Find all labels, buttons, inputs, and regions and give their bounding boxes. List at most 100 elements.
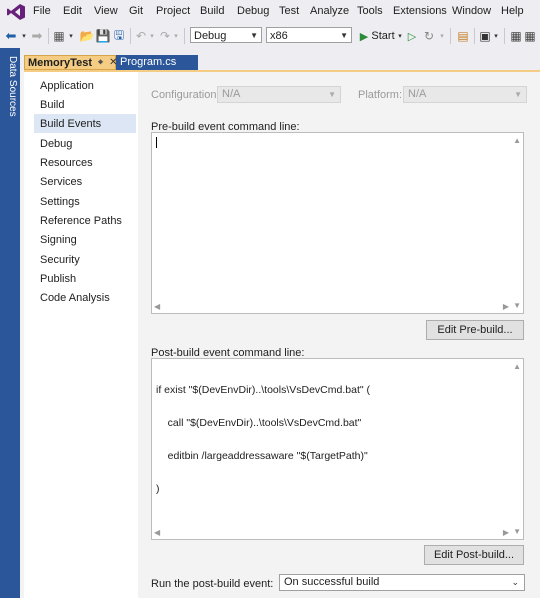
chevron-down-icon: ⌄ (511, 577, 519, 587)
text-cursor (156, 137, 157, 148)
platform-dropdown[interactable]: x86 ▼ (266, 27, 352, 43)
toolbar-separator (504, 28, 505, 44)
run-postbuild-select[interactable]: On successful build ⌄ (279, 574, 525, 591)
tab-label: MemoryTest (28, 56, 92, 69)
start-button[interactable]: Start (371, 28, 394, 44)
nav-item-build[interactable]: Build (40, 99, 64, 111)
toolbar: ⬅ ▾ ➡ ▦ ▾ 📂 💾 🖫 ↶ ▾ ↷ ▾ Debug ▼ x86 ▼ ▶ … (0, 24, 540, 49)
toolbar-separator (184, 28, 185, 44)
nav-item-signing[interactable]: Signing (40, 234, 77, 246)
layout-icon[interactable]: ▣ (478, 28, 492, 44)
platform-select-value: N/A (408, 88, 427, 100)
toolbar-separator (450, 28, 451, 44)
undo-icon[interactable]: ↶ (134, 28, 148, 44)
menu-window[interactable]: Window (452, 5, 491, 17)
toolbox-icon[interactable]: ▤ (456, 28, 470, 44)
postbuild-line: editbin /largeaddressaware "$(TargetPath… (156, 450, 368, 462)
postbuild-line: call "$(DevEnvDir)..\tools\VsDevCmd.bat" (156, 417, 362, 429)
menu-edit[interactable]: Edit (63, 5, 82, 17)
toolbar-separator (130, 28, 131, 44)
configuration-dropdown[interactable]: Debug ▼ (190, 27, 262, 43)
postbuild-textarea[interactable]: if exist "$(DevEnvDir)..\tools\VsDevCmd.… (151, 358, 524, 540)
pin-icon[interactable]: ⌖ (98, 57, 103, 68)
scroll-right-icon[interactable]: ▶ (503, 301, 509, 312)
nav-item-code-analysis[interactable]: Code Analysis (40, 292, 110, 304)
menu-file[interactable]: File (33, 5, 51, 17)
toolbar-separator (48, 28, 49, 44)
hot-reload-icon[interactable]: ↻ (422, 28, 436, 44)
scroll-up-icon[interactable]: ▲ (513, 135, 521, 146)
new-dropdown-icon[interactable]: ▾ (67, 28, 75, 44)
vertical-scrollbar[interactable]: ▲ ▼ (511, 133, 523, 313)
nav-item-reference-paths[interactable]: Reference Paths (40, 215, 122, 227)
layout-dropdown-icon[interactable]: ▾ (492, 28, 500, 44)
menu-view[interactable]: View (94, 5, 118, 17)
new-project-icon[interactable]: ▦ (52, 28, 66, 44)
uncomment-icon[interactable]: ▦ (524, 28, 536, 44)
start-without-debugging-icon[interactable]: ▷ (406, 28, 418, 44)
tab-label: Program.cs (120, 56, 177, 68)
nav-item-services[interactable]: Services (40, 176, 82, 188)
back-dropdown-icon[interactable]: ▾ (20, 28, 28, 44)
configuration-label: Configuration: (151, 89, 220, 101)
tab-memorytest[interactable]: MemoryTest ⌖ ✕ (24, 55, 117, 70)
data-sources-tab[interactable]: Data Sources (2, 56, 18, 117)
redo-icon[interactable]: ↷ (158, 28, 172, 44)
hot-reload-dropdown-icon[interactable]: ▾ (438, 28, 446, 44)
menu-help[interactable]: Help (501, 5, 524, 17)
nav-list: Application Build Build Events Debug Res… (30, 72, 138, 312)
vertical-scrollbar[interactable]: ▲ ▼ (511, 359, 523, 539)
forward-icon[interactable]: ➡ (30, 28, 44, 44)
platform-value: x86 (270, 30, 288, 42)
back-icon[interactable]: ⬅ (4, 28, 18, 44)
platform-label: Platform: (358, 89, 403, 101)
nav-item-security[interactable]: Security (40, 254, 80, 266)
menu-build[interactable]: Build (200, 5, 224, 17)
menu-analyze[interactable]: Analyze (310, 5, 349, 17)
visual-studio-logo-icon[interactable] (6, 3, 26, 21)
prebuild-textarea[interactable]: ▲ ▼ ◀ ▶ (151, 132, 524, 314)
chevron-down-icon: ▼ (250, 31, 258, 40)
horizontal-scrollbar[interactable]: ◀ ▶ (152, 527, 523, 539)
edit-prebuild-button[interactable]: Edit Pre-build... (426, 320, 524, 340)
nav-item-build-events[interactable]: Build Events (40, 118, 101, 130)
open-folder-icon[interactable]: 📂 (80, 28, 95, 44)
chevron-down-icon: ▼ (328, 90, 336, 99)
undo-dropdown-icon[interactable]: ▾ (148, 28, 156, 44)
configuration-select: N/A ▼ (217, 86, 341, 103)
horizontal-scrollbar[interactable]: ◀ ▶ (152, 301, 523, 313)
menu-debug[interactable]: Debug (237, 5, 269, 17)
comment-icon[interactable]: ▦ (510, 28, 522, 44)
menu-bar: File Edit View Git Project Build Debug T… (0, 0, 540, 24)
menu-project[interactable]: Project (156, 5, 190, 17)
side-rail (0, 48, 20, 598)
run-postbuild-label: Run the post-build event: (151, 578, 274, 590)
toolbar-separator (474, 28, 475, 44)
tab-program-cs[interactable]: Program.cs (116, 55, 198, 70)
nav-item-publish[interactable]: Publish (40, 273, 76, 285)
save-all-icon[interactable]: 🖫 (112, 28, 126, 44)
nav-item-debug[interactable]: Debug (40, 138, 72, 150)
start-dropdown-icon[interactable]: ▾ (396, 28, 404, 44)
scroll-left-icon[interactable]: ◀ (154, 301, 160, 312)
chevron-down-icon: ▼ (514, 90, 522, 99)
nav-item-application[interactable]: Application (40, 80, 94, 92)
configuration-value: Debug (194, 30, 227, 42)
redo-dropdown-icon[interactable]: ▾ (172, 28, 180, 44)
nav-item-resources[interactable]: Resources (40, 157, 93, 169)
menu-git[interactable]: Git (129, 5, 143, 17)
menu-tools[interactable]: Tools (357, 5, 383, 17)
menu-test[interactable]: Test (279, 5, 299, 17)
save-icon[interactable]: 💾 (96, 28, 111, 44)
configuration-select-value: N/A (222, 88, 241, 100)
nav-item-settings[interactable]: Settings (40, 196, 80, 208)
chevron-down-icon: ▼ (340, 31, 348, 40)
postbuild-line: if exist "$(DevEnvDir)..\tools\VsDevCmd.… (156, 384, 371, 396)
play-icon[interactable]: ▶ (358, 28, 370, 44)
edit-postbuild-button[interactable]: Edit Post-build... (424, 545, 524, 565)
scroll-left-icon[interactable]: ◀ (154, 527, 160, 538)
scroll-up-icon[interactable]: ▲ (513, 361, 521, 372)
postbuild-line: ) (156, 483, 160, 495)
scroll-right-icon[interactable]: ▶ (503, 527, 509, 538)
menu-extensions[interactable]: Extensions (393, 5, 447, 17)
